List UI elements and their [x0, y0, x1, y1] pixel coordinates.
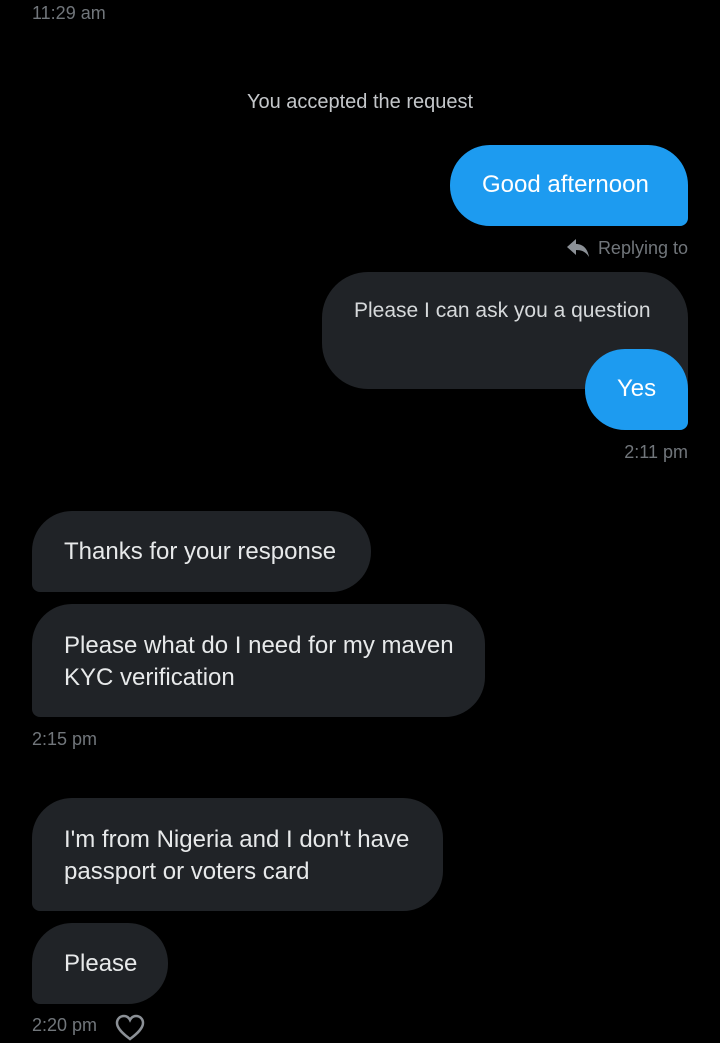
heart-plus-icon[interactable]: [114, 1013, 146, 1043]
message-text: Yes: [617, 375, 657, 402]
message-outgoing-good-afternoon[interactable]: Good afternoon: [450, 145, 688, 226]
system-notice: You accepted the request: [246, 91, 474, 113]
timestamp-top: 11:29 am: [32, 3, 106, 23]
message-text-line-2: passport or voters card: [64, 858, 310, 885]
message-outgoing-yes[interactable]: Yes: [585, 349, 688, 430]
timestamp: 2:11 pm: [624, 442, 688, 462]
timestamp: 2:20 pm: [32, 1015, 98, 1035]
message-text-line-1: I'm from Nigeria and I don't have: [64, 826, 410, 853]
message-incoming-thanks[interactable]: Thanks for your response: [32, 511, 371, 592]
replying-to-indicator: Replying to: [566, 237, 688, 259]
message-incoming-please[interactable]: Please: [32, 923, 168, 1004]
message-text: Good afternoon: [482, 171, 649, 198]
message-incoming-nigeria[interactable]: I'm from Nigeria and I don't have passpo…: [32, 798, 443, 911]
reply-arrow-icon: [566, 239, 589, 257]
message-text-line-2: KYC verification: [64, 664, 235, 691]
timestamp: 2:15 pm: [32, 729, 98, 749]
message-text-line-1: Please what do I need for my maven: [64, 632, 454, 659]
message-text: Thanks for your response: [64, 538, 337, 565]
replying-to-label: Replying to: [597, 237, 688, 258]
message-text: Please: [64, 950, 138, 977]
quoted-message-text: Please I can ask you a question: [354, 299, 651, 322]
message-incoming-kyc-question[interactable]: Please what do I need for my maven KYC v…: [32, 604, 485, 717]
